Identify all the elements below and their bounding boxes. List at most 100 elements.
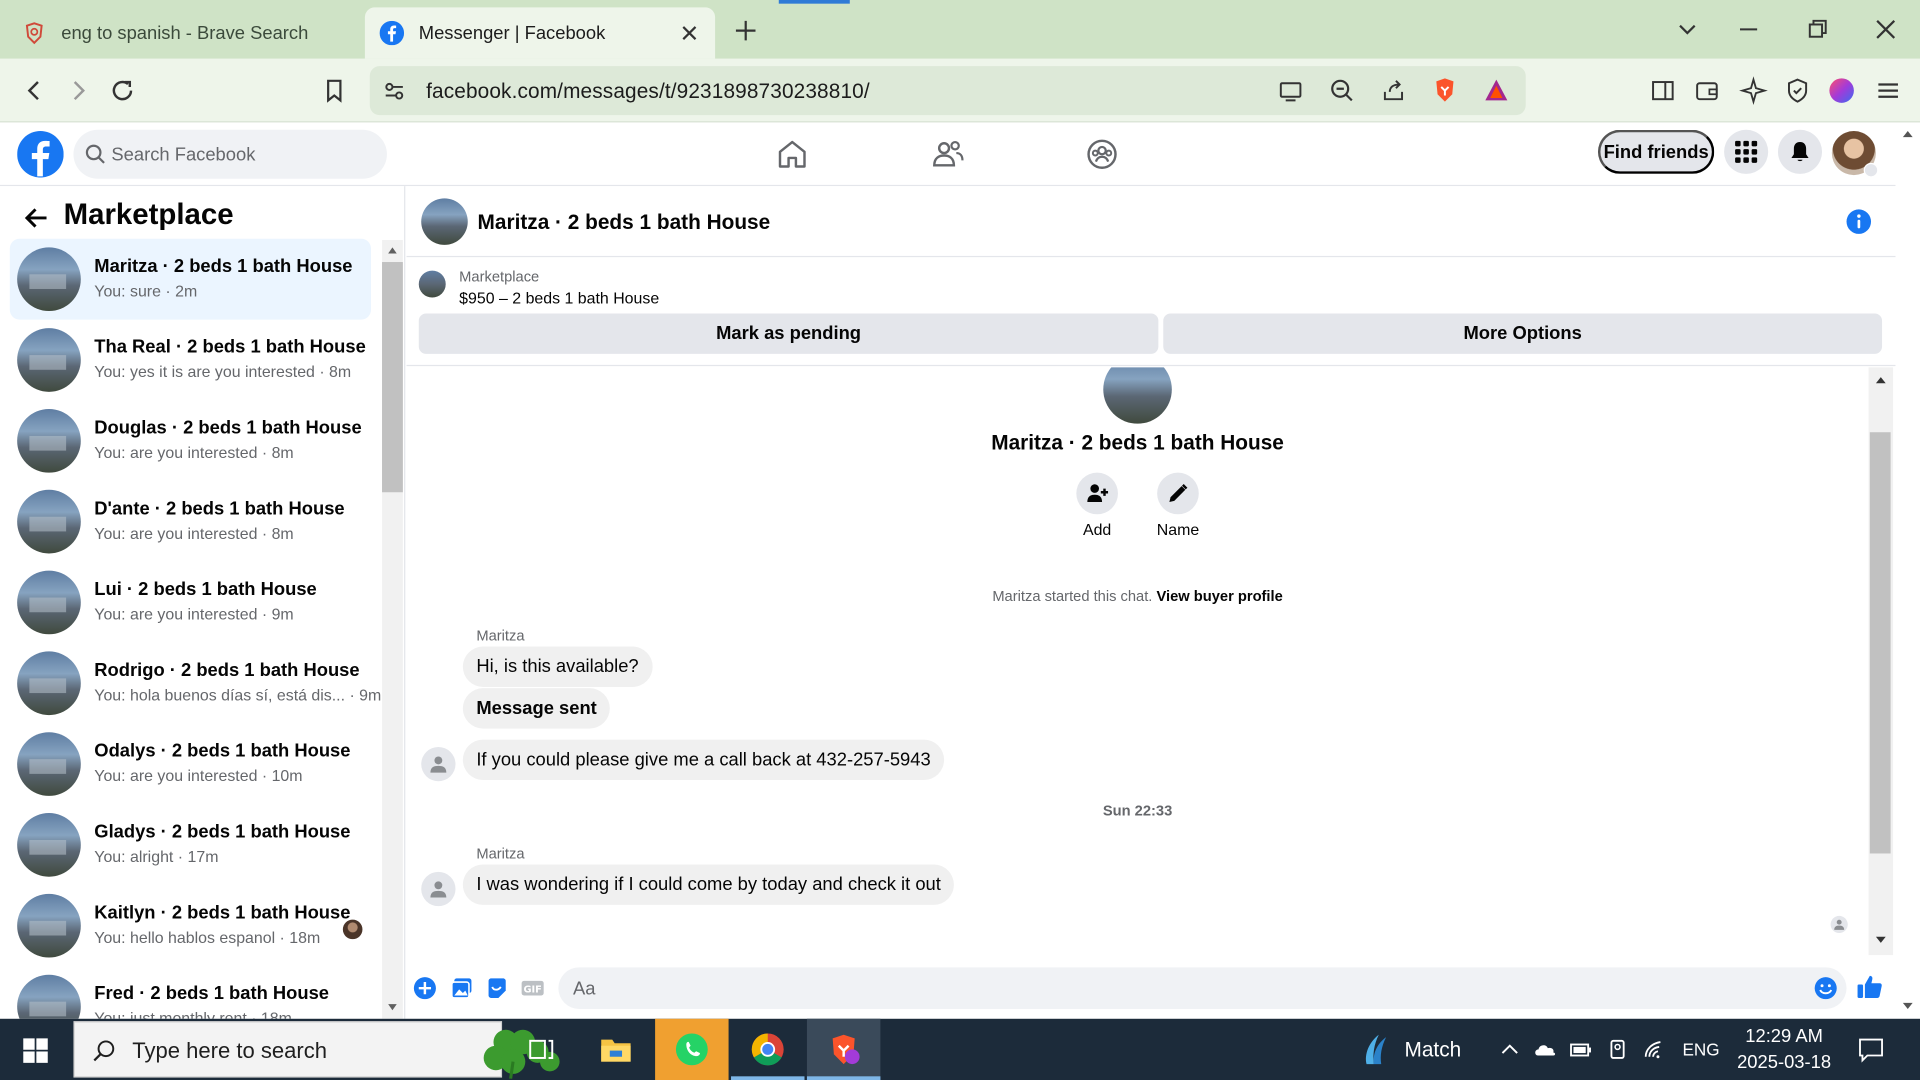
view-buyer-profile-link[interactable]: View buyer profile xyxy=(1156,588,1282,605)
whatsapp-button[interactable] xyxy=(655,1018,729,1080)
find-friends-button[interactable]: Find friends xyxy=(1597,129,1715,174)
leo-ai-icon[interactable] xyxy=(1739,76,1768,105)
weather-text[interactable]: Match xyxy=(1404,1038,1461,1062)
conversation-item[interactable]: Douglas · 2 beds 1 bath House You: are y… xyxy=(10,400,371,481)
chat-title[interactable]: Maritza · 2 beds 1 bath House xyxy=(478,211,771,235)
notification-center-icon[interactable] xyxy=(1858,1036,1885,1063)
file-explorer-button[interactable] xyxy=(579,1019,652,1080)
weather-icon[interactable] xyxy=(1357,1032,1391,1066)
new-tab-icon[interactable] xyxy=(732,17,759,44)
back-icon[interactable] xyxy=(20,76,49,105)
site-settings-icon[interactable] xyxy=(380,76,409,105)
scroll-up-icon[interactable] xyxy=(1902,129,1914,139)
conversation-item[interactable]: Tha Real · 2 beds 1 bath House You: yes … xyxy=(10,320,371,401)
sidebar-scroll-thumb[interactable] xyxy=(382,262,403,493)
facebook-logo-icon[interactable] xyxy=(17,131,64,178)
windows-start-icon[interactable] xyxy=(22,1037,49,1064)
listing-thumbnail[interactable] xyxy=(418,270,446,298)
thumbs-up-icon[interactable] xyxy=(1856,973,1883,1000)
listing-thumbnail xyxy=(17,328,81,392)
wallet-icon[interactable] xyxy=(1692,76,1721,105)
tab-search-chevron-icon[interactable] xyxy=(1673,15,1702,44)
bookmark-icon[interactable] xyxy=(320,76,349,105)
sender-avatar[interactable] xyxy=(421,746,456,782)
brave-rewards-icon[interactable] xyxy=(1482,76,1511,105)
conversation-item[interactable]: Fred · 2 beds 1 bath House You: just mon… xyxy=(10,966,371,1019)
zoom-out-icon[interactable] xyxy=(1327,76,1356,105)
message-bubble[interactable]: I was wondering if I could come by today… xyxy=(462,864,955,905)
menu-icon[interactable] xyxy=(1873,76,1902,105)
task-view-button[interactable] xyxy=(504,1019,577,1080)
conversation-item[interactable]: Rodrigo · 2 beds 1 bath House You: hola … xyxy=(10,643,381,724)
message-input[interactable] xyxy=(558,967,1847,1009)
scroll-down-icon[interactable] xyxy=(1875,936,1887,945)
conversation-item[interactable]: D'ante · 2 beds 1 bath House You: are yo… xyxy=(10,481,371,562)
facebook-search-input[interactable] xyxy=(111,142,369,167)
forward-icon[interactable] xyxy=(64,76,93,105)
notifications-button[interactable] xyxy=(1777,129,1823,174)
emoji-icon[interactable] xyxy=(1813,976,1837,1000)
scroll-up-icon[interactable] xyxy=(387,246,398,255)
conversation-item[interactable]: Kaitlyn · 2 beds 1 bath House You: hello… xyxy=(10,885,371,966)
tab-brave-search[interactable]: eng to spanish - Brave Search xyxy=(12,7,355,58)
brave-shields-icon[interactable] xyxy=(1430,76,1459,105)
person-icon xyxy=(1834,919,1845,930)
close-window-icon[interactable] xyxy=(1871,15,1900,44)
name-button[interactable] xyxy=(1157,472,1199,515)
groups-icon[interactable] xyxy=(1085,137,1119,171)
cast-icon[interactable] xyxy=(1276,76,1305,105)
message-bubble[interactable]: If you could please give me a call back … xyxy=(462,739,945,781)
reload-icon[interactable] xyxy=(108,76,137,105)
battery-icon[interactable] xyxy=(1569,1037,1593,1061)
message-bubble[interactable]: Hi, is this available? xyxy=(462,646,653,687)
gif-icon[interactable]: GIF xyxy=(520,976,544,1000)
plus-circle-icon[interactable] xyxy=(413,976,437,1000)
scroll-down-icon[interactable] xyxy=(387,1003,398,1012)
chat-avatar[interactable] xyxy=(421,198,468,245)
taskbar-clock[interactable]: 12:29 AM 2025-03-18 xyxy=(1727,1024,1842,1075)
conversation-item[interactable]: Odalys · 2 beds 1 bath House You: are yo… xyxy=(10,724,371,805)
address-bar[interactable]: facebook.com/messages/t/9231898730238810… xyxy=(369,66,1526,116)
restore-icon[interactable] xyxy=(1802,15,1831,44)
more-options-button[interactable]: More Options xyxy=(1163,313,1883,354)
sticker-icon[interactable] xyxy=(485,976,509,1000)
minimize-icon[interactable] xyxy=(1734,15,1763,44)
scroll-down-icon[interactable] xyxy=(1902,1002,1914,1012)
share-icon[interactable] xyxy=(1379,76,1408,105)
profile-icon[interactable] xyxy=(1827,76,1856,105)
chat-scroll-thumb[interactable] xyxy=(1869,432,1891,854)
sender-avatar[interactable] xyxy=(421,871,456,907)
language-indicator[interactable]: ENG xyxy=(1682,1040,1719,1060)
wifi-icon[interactable] xyxy=(1642,1037,1666,1061)
info-icon[interactable] xyxy=(1845,208,1872,235)
vpn-icon[interactable] xyxy=(1783,76,1812,105)
brave-button[interactable] xyxy=(806,1018,881,1080)
profile-avatar[interactable] xyxy=(1103,367,1172,424)
page-scrollbar[interactable] xyxy=(1895,122,1920,1019)
meet-now-icon[interactable] xyxy=(1605,1037,1629,1061)
close-tab-icon[interactable] xyxy=(678,22,700,44)
conversation-item[interactable]: Gladys · 2 beds 1 bath House You: alrigh… xyxy=(10,804,371,885)
back-arrow-icon[interactable] xyxy=(23,204,50,231)
add-button[interactable] xyxy=(1076,472,1118,515)
account-caret-icon[interactable] xyxy=(1863,162,1879,178)
menu-grid-button[interactable] xyxy=(1724,129,1769,174)
tray-chevron-icon[interactable] xyxy=(1498,1037,1522,1061)
scroll-up-icon[interactable] xyxy=(1875,376,1887,385)
chat-scrollbar[interactable] xyxy=(1868,367,1894,956)
onedrive-icon[interactable] xyxy=(1533,1037,1557,1061)
chrome-button[interactable] xyxy=(731,1019,805,1080)
sidebar-toggle-icon[interactable] xyxy=(1648,76,1677,105)
facebook-search[interactable] xyxy=(73,129,387,179)
home-icon[interactable] xyxy=(775,137,809,171)
conversation-item[interactable]: Maritza · 2 beds 1 bath House You: sure … xyxy=(9,238,372,320)
friends-icon[interactable] xyxy=(931,137,965,171)
conversation-item[interactable]: Lui · 2 beds 1 bath House You: are you i… xyxy=(10,562,371,643)
taskbar-search[interactable]: Type here to search xyxy=(73,1021,560,1079)
mark-as-pending-button[interactable]: Mark as pending xyxy=(418,313,1159,354)
tab-messenger[interactable]: Messenger | Facebook xyxy=(364,7,716,59)
listing-price[interactable]: $950 – 2 beds 1 bath House xyxy=(459,289,659,307)
message-bubble[interactable]: Message sent xyxy=(462,688,611,729)
photo-icon[interactable] xyxy=(449,976,473,1000)
sidebar-scrollbar[interactable] xyxy=(382,240,403,1019)
